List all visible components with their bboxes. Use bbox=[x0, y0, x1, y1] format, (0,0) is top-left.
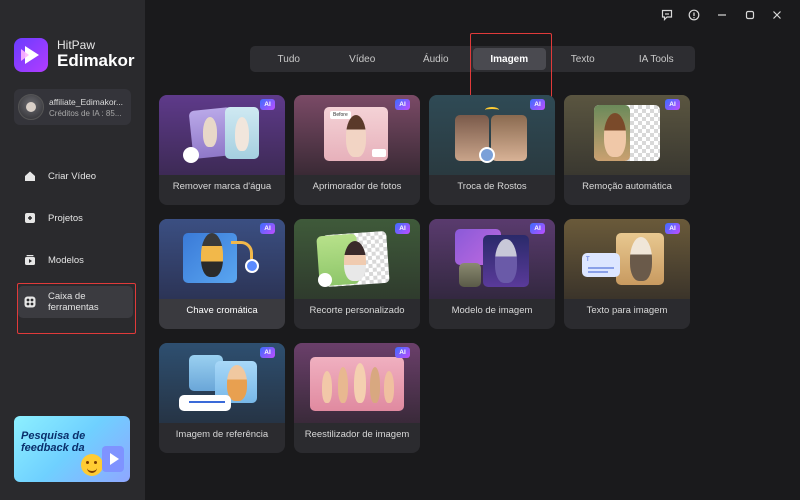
account-name: affiliate_Edimakor... bbox=[49, 96, 124, 107]
category-tabs: Tudo Vídeo Áudio Imagem Texto IA Tools bbox=[250, 46, 695, 72]
tool-card-face-swap[interactable]: AI Troca de Rostos bbox=[429, 95, 555, 205]
sidebar-item-label: Caixa de ferramentas bbox=[48, 291, 99, 313]
avatar bbox=[18, 94, 44, 120]
ai-badge: AI bbox=[395, 347, 410, 358]
home-icon bbox=[25, 171, 35, 181]
sidebar-nav: Criar Vídeo Projetos Modelos Caixa de fe… bbox=[18, 160, 133, 328]
edimakor-logo-icon bbox=[14, 38, 48, 72]
tool-card-auto-removal[interactable]: AI Remoção automática bbox=[564, 95, 690, 205]
ai-badge: AI bbox=[260, 347, 275, 358]
tool-card-text-to-image[interactable]: T AI Texto para imagem bbox=[564, 219, 690, 329]
tool-card-label: Recorte personalizado bbox=[309, 305, 405, 316]
sidebar-item-modelos[interactable]: Modelos bbox=[18, 244, 133, 276]
sidebar-item-caixa-de-ferramentas[interactable]: Caixa de ferramentas bbox=[18, 286, 133, 318]
tool-card-remove-watermark[interactable]: AI Remover marca d'água bbox=[159, 95, 285, 205]
tab-texto[interactable]: Texto bbox=[546, 48, 620, 70]
toolbox-icon bbox=[24, 296, 36, 308]
ai-badge: AI bbox=[260, 223, 275, 234]
title-bar bbox=[660, 0, 800, 30]
ai-badge: AI bbox=[395, 99, 410, 110]
tool-card-label: Reestilizador de imagem bbox=[304, 429, 410, 440]
ai-badge: AI bbox=[260, 99, 275, 110]
ai-badge: AI bbox=[530, 223, 545, 234]
tool-card-chroma-key[interactable]: AI Chave cromática bbox=[159, 219, 285, 329]
tab-video[interactable]: Vídeo bbox=[326, 48, 400, 70]
sidebar-item-label: Modelos bbox=[48, 254, 84, 266]
tool-card-label: Modelo de imagem bbox=[451, 305, 533, 316]
ai-credits: Créditos de IA : 85... bbox=[49, 108, 122, 118]
maximize-icon[interactable] bbox=[743, 8, 757, 22]
sidebar-item-criar-video[interactable]: Criar Vídeo bbox=[18, 160, 133, 192]
smile-emoji-icon bbox=[81, 454, 103, 476]
sidebar-item-label: Projetos bbox=[48, 212, 83, 224]
before-label: Before bbox=[330, 111, 351, 119]
tool-card-image-model[interactable]: AI Modelo de imagem bbox=[429, 219, 555, 329]
sidebar: HitPaw Edimakor affiliate_Edimakor... Cr… bbox=[0, 0, 145, 500]
brand: HitPaw Edimakor bbox=[14, 38, 134, 72]
sidebar-item-label: Criar Vídeo bbox=[48, 170, 97, 182]
tool-card-label: Aprimorador de fotos bbox=[312, 181, 402, 192]
tab-tudo[interactable]: Tudo bbox=[252, 48, 326, 70]
tool-card-label: Remoção automática bbox=[582, 181, 672, 192]
info-icon[interactable] bbox=[688, 8, 702, 22]
tool-card-label: Texto para imagem bbox=[586, 305, 668, 316]
ai-badge: AI bbox=[665, 223, 680, 234]
tool-card-label: Remover marca d'água bbox=[172, 181, 272, 192]
templates-icon bbox=[25, 255, 35, 265]
close-icon[interactable] bbox=[770, 8, 784, 22]
tool-card-image-restyler[interactable]: AI Reestilizador de imagem bbox=[294, 343, 420, 453]
tool-card-label: Troca de Rostos bbox=[457, 181, 527, 192]
feedback-icon[interactable] bbox=[660, 8, 674, 22]
ai-badge: AI bbox=[395, 223, 410, 234]
tab-imagem[interactable]: Imagem bbox=[472, 48, 546, 70]
tab-ia-tools[interactable]: IA Tools bbox=[620, 48, 694, 70]
ai-badge: AI bbox=[530, 99, 545, 110]
sidebar-item-projetos[interactable]: Projetos bbox=[18, 202, 133, 234]
brand-name: Edimakor bbox=[57, 51, 135, 71]
tool-card-custom-cutout[interactable]: AI Recorte personalizado bbox=[294, 219, 420, 329]
feedback-text: Pesquisa de feedback da bbox=[21, 430, 86, 455]
ai-badge: AI bbox=[665, 99, 680, 110]
feedback-banner[interactable]: Pesquisa de feedback da bbox=[14, 416, 130, 482]
tool-card-label: Chave cromática bbox=[186, 305, 258, 316]
app-window: HitPaw Edimakor affiliate_Edimakor... Cr… bbox=[0, 0, 800, 500]
play-icon bbox=[102, 446, 124, 472]
account-card[interactable]: affiliate_Edimakor... Créditos de IA : 8… bbox=[14, 89, 131, 125]
tool-card-photo-enhancer[interactable]: Before AI Aprimorador de fotos bbox=[294, 95, 420, 205]
tool-card-reference-image[interactable]: AI Imagem de referência bbox=[159, 343, 285, 453]
tool-card-label: Imagem de referência bbox=[175, 429, 269, 440]
minimize-icon[interactable] bbox=[715, 8, 729, 22]
folder-icon bbox=[25, 213, 35, 223]
tab-audio[interactable]: Áudio bbox=[399, 48, 473, 70]
